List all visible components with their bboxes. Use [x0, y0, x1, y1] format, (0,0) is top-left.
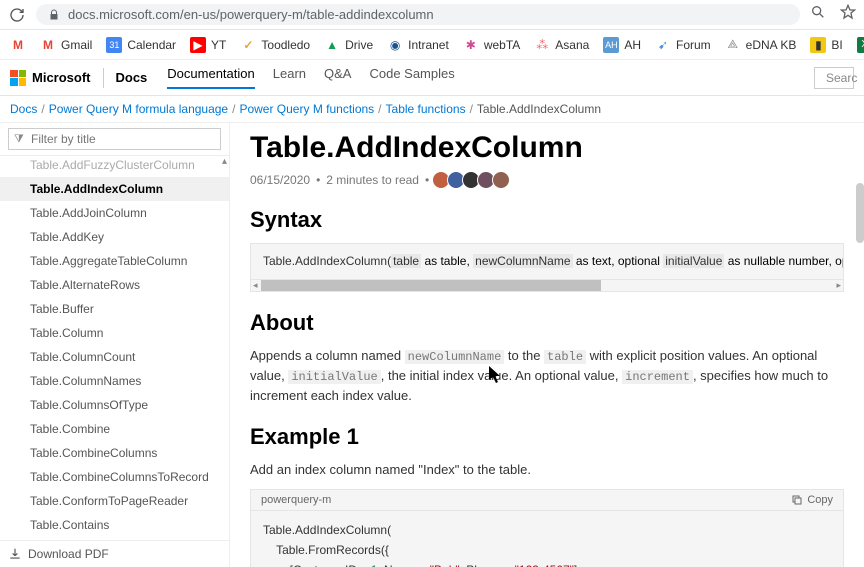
- page-title: Table.AddIndexColumn: [250, 131, 844, 165]
- bookmark-edna[interactable]: ⟁eDNA KB: [725, 37, 797, 53]
- search-box[interactable]: Searc: [814, 67, 854, 89]
- copy-button[interactable]: Copy: [791, 494, 833, 506]
- sidebar: ⧩ ▴ Table.AddFuzzyClusterColumn Table.Ad…: [0, 123, 230, 567]
- code-h-scrollbar[interactable]: ◂ ▸: [250, 280, 844, 292]
- filter-input[interactable]: [8, 128, 221, 150]
- crumb-docs[interactable]: Docs: [10, 102, 37, 116]
- nav-item[interactable]: Table.AggregateTableColumn: [0, 249, 229, 273]
- bookmark-forum[interactable]: ➹Forum: [655, 37, 711, 53]
- code-lang-label: powerquery-m: [261, 494, 331, 506]
- nav-item[interactable]: Table.CombineColumns: [0, 441, 229, 465]
- nav-codesamples[interactable]: Code Samples: [369, 66, 454, 89]
- main-scrollbar[interactable]: [856, 183, 864, 243]
- product-name[interactable]: Docs: [116, 70, 148, 85]
- nav-item[interactable]: Table.Column: [0, 321, 229, 345]
- lock-icon: [48, 9, 60, 21]
- browser-toolbar: docs.microsoft.com/en-us/powerquery-m/ta…: [0, 0, 864, 30]
- bookmark-webta[interactable]: ✱webTA: [463, 37, 520, 53]
- bookmarks-bar: M MGmail 31Calendar ▶YT ✓Toodledo ▲Drive…: [0, 30, 864, 60]
- nav-item[interactable]: Table.AlternateRows: [0, 273, 229, 297]
- nav-item[interactable]: Table.ConformToPageReader: [0, 489, 229, 513]
- syntax-heading: Syntax: [250, 207, 844, 233]
- nav-qa[interactable]: Q&A: [324, 66, 351, 89]
- bookmark-drive[interactable]: ▲Drive: [324, 37, 373, 53]
- content-area: ⧩ ▴ Table.AddFuzzyClusterColumn Table.Ad…: [0, 122, 864, 567]
- crumb-table[interactable]: Table functions: [386, 102, 466, 116]
- copy-icon: [791, 494, 803, 506]
- example1-heading: Example 1: [250, 424, 844, 450]
- scroll-up-icon[interactable]: ▴: [222, 156, 227, 167]
- nav-item[interactable]: Table.AddKey: [0, 225, 229, 249]
- nav-item[interactable]: Table.CombineColumnsToRecord: [0, 465, 229, 489]
- nav-item[interactable]: Table.AddFuzzyClusterColumn: [0, 156, 229, 177]
- avatar: [492, 171, 510, 189]
- filter-icon: ⧩: [14, 133, 24, 146]
- about-heading: About: [250, 310, 844, 336]
- ms-logo[interactable]: Microsoft: [10, 70, 91, 86]
- address-bar[interactable]: docs.microsoft.com/en-us/powerquery-m/ta…: [36, 4, 800, 25]
- nav-item[interactable]: Table.Contains: [0, 513, 229, 537]
- bookmark-gmail[interactable]: MGmail: [40, 37, 92, 53]
- search-page-icon[interactable]: [810, 4, 826, 25]
- ms-header: Microsoft Docs Documentation Learn Q&A C…: [0, 60, 864, 96]
- crumb-pqm[interactable]: Power Query M formula language: [49, 102, 228, 116]
- nav-item[interactable]: Table.ColumnsOfType: [0, 393, 229, 417]
- nav-documentation[interactable]: Documentation: [167, 66, 254, 89]
- scroll-right-icon[interactable]: ▸: [834, 280, 843, 291]
- sidebar-nav[interactable]: ▴ Table.AddFuzzyClusterColumn Table.AddI…: [0, 156, 229, 540]
- nav-item[interactable]: Table.ContainsAll: [0, 537, 229, 540]
- scroll-left-icon[interactable]: ◂: [251, 280, 260, 291]
- bookmark-yt[interactable]: ▶YT: [190, 37, 226, 53]
- main-article: Table.AddIndexColumn 06/15/2020 • 2 minu…: [230, 123, 864, 567]
- bookmark-ah[interactable]: AHAH: [603, 37, 641, 53]
- nav-item[interactable]: Table.ColumnCount: [0, 345, 229, 369]
- nav-item[interactable]: Table.Combine: [0, 417, 229, 441]
- bookmark-toodledo[interactable]: ✓Toodledo: [240, 37, 310, 53]
- nav-item[interactable]: Table.AddJoinColumn: [0, 201, 229, 225]
- reload-icon[interactable]: [8, 6, 26, 24]
- nav-item-active[interactable]: Table.AddIndexColumn: [0, 177, 229, 201]
- nav-item[interactable]: Table.Buffer: [0, 297, 229, 321]
- article-date: 06/15/2020: [250, 173, 310, 187]
- bookmark-bi[interactable]: ▮BI: [810, 37, 842, 53]
- bookmark-intranet[interactable]: ◉Intranet: [387, 37, 449, 53]
- scroll-thumb[interactable]: [261, 280, 601, 291]
- bookmark-calendar[interactable]: 31Calendar: [106, 37, 176, 53]
- url-text: docs.microsoft.com/en-us/powerquery-m/ta…: [68, 7, 434, 22]
- nav-item[interactable]: Table.ColumnNames: [0, 369, 229, 393]
- crumb-functions[interactable]: Power Query M functions: [239, 102, 374, 116]
- contributor-avatars[interactable]: [435, 171, 510, 189]
- breadcrumbs: Docs/ Power Query M formula language/ Po…: [0, 96, 864, 122]
- about-text: Appends a column named newColumnName to …: [250, 346, 844, 406]
- example-code: Table.AddIndexColumn( Table.FromRecords(…: [250, 511, 844, 567]
- crumb-current: Table.AddIndexColumn: [477, 102, 601, 116]
- filter-box: ⧩: [0, 123, 229, 156]
- bookmark-gmail-m[interactable]: M: [10, 37, 26, 53]
- syntax-code: Table.AddIndexColumn(table as table, new…: [250, 243, 844, 280]
- bookmark-asana[interactable]: ⁂Asana: [534, 37, 589, 53]
- download-icon: [8, 547, 22, 561]
- article-meta: 06/15/2020 • 2 minutes to read •: [250, 171, 844, 189]
- nav-learn[interactable]: Learn: [273, 66, 306, 89]
- example-code-header: powerquery-m Copy: [250, 489, 844, 511]
- ms-logo-icon: [10, 70, 26, 86]
- article-readtime: 2 minutes to read: [326, 173, 419, 187]
- download-pdf-button[interactable]: Download PDF: [0, 540, 229, 567]
- bookmark-excel[interactable]: X: [857, 37, 864, 53]
- star-icon[interactable]: [840, 4, 856, 25]
- example1-desc: Add an index column named "Index" to the…: [250, 460, 844, 480]
